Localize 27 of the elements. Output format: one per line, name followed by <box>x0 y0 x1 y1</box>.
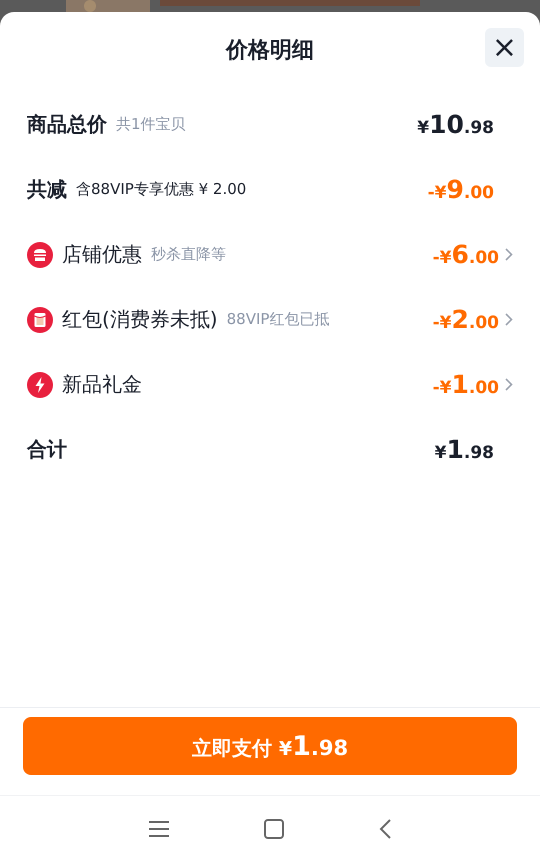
row-note: 88VIP红包已抵 <box>226 310 330 329</box>
row-note: 秒杀直降等 <box>151 245 226 264</box>
back-icon[interactable] <box>379 819 391 839</box>
price-amount: -¥9.00 <box>428 175 494 204</box>
envelope-icon <box>27 306 53 332</box>
row-label: 共减 <box>27 176 67 203</box>
shop-icon <box>27 242 53 268</box>
chevron-right-icon[interactable] <box>505 313 513 326</box>
row-label: 合计 <box>27 436 67 463</box>
price-amount: ¥1.98 <box>434 435 494 464</box>
chevron-right-icon[interactable] <box>505 248 513 261</box>
row-label: 新品礼金 <box>62 371 142 398</box>
sheet-title: 价格明细 <box>226 37 314 65</box>
close-button[interactable]: × <box>485 28 524 67</box>
home-icon[interactable] <box>264 819 284 839</box>
price-amount: -¥6.00 <box>432 240 499 269</box>
price-amount: ¥10.98 <box>417 110 494 139</box>
row-note: 含88VIP专享优惠 ¥ 2.00 <box>76 180 246 199</box>
menu-icon[interactable] <box>149 820 169 838</box>
row-note: 共1件宝贝 <box>116 115 186 134</box>
row-label: 红包(消费券未抵) <box>62 306 218 333</box>
lightning-icon <box>27 372 53 398</box>
price-amount: -¥1.00 <box>432 370 499 399</box>
chevron-right-icon[interactable] <box>505 378 513 391</box>
price-amount: -¥2.00 <box>432 305 499 334</box>
row-label: 店铺优惠 <box>62 241 142 268</box>
row-label: 商品总价 <box>27 111 107 138</box>
